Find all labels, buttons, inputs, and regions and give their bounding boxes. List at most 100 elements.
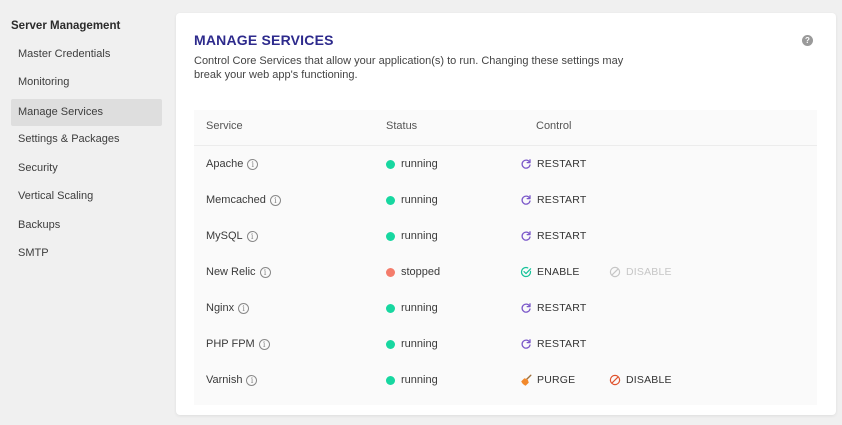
info-icon[interactable]: i [258, 338, 270, 350]
control-cell: DISABLE [609, 254, 672, 290]
help-icon[interactable]: ? [802, 35, 813, 46]
status-dot-stopped [386, 267, 395, 277]
restart-button[interactable]: RESTART [520, 194, 586, 206]
status-text: running [401, 230, 438, 242]
table-row: Memcached i running RESTART [194, 182, 817, 218]
table-header: Service Status Control [194, 110, 817, 146]
status-cell: running [386, 182, 438, 218]
info-icon[interactable]: i [269, 194, 281, 206]
table-row: Varnish i running PURGE DISABLE [194, 362, 817, 398]
restart-button[interactable]: RESTART [520, 158, 586, 170]
status-cell: running [386, 146, 438, 182]
restart-label: RESTART [537, 158, 587, 170]
control-cell: ENABLE [520, 254, 580, 290]
sidebar-item-settings-packages[interactable]: Settings & Packages [11, 126, 162, 153]
table-row: MySQL i running RESTART [194, 218, 817, 254]
manage-services-card: MANAGE SERVICES ? Control Core Services … [176, 13, 836, 415]
status-cell: stopped [386, 254, 440, 290]
check-circle-icon [520, 266, 532, 278]
service-name: New Relic [206, 266, 256, 278]
info-icon[interactable]: i [246, 230, 258, 242]
sidebar-item-master-credentials[interactable]: Master Credentials [11, 41, 162, 68]
service-name-cell: PHP FPM i [206, 326, 270, 362]
enable-button[interactable]: ENABLE [520, 266, 580, 278]
restart-icon [520, 230, 532, 242]
disable-label: DISABLE [626, 266, 672, 278]
service-name-cell: Varnish i [206, 362, 258, 398]
status-dot-running [386, 375, 395, 385]
service-name-cell: New Relic i [206, 254, 271, 290]
service-name: PHP FPM [206, 338, 255, 350]
restart-button[interactable]: RESTART [520, 230, 586, 242]
status-dot-running [386, 159, 395, 169]
info-icon[interactable]: i [247, 158, 259, 170]
restart-icon [520, 302, 532, 314]
control-cell: RESTART [520, 182, 586, 218]
service-name-cell: Memcached i [206, 182, 281, 218]
restart-icon [520, 194, 532, 206]
status-cell: running [386, 326, 438, 362]
status-dot-running [386, 303, 395, 313]
status-cell: running [386, 218, 438, 254]
ban-icon [609, 266, 621, 278]
disable-button[interactable]: DISABLE [609, 374, 672, 386]
status-cell: running [386, 290, 438, 326]
status-text: running [401, 158, 438, 170]
restart-icon [520, 338, 532, 350]
purge-label: PURGE [537, 374, 576, 386]
ban-icon [609, 374, 621, 386]
sidebar-item-monitoring[interactable]: Monitoring [11, 69, 162, 96]
table-row: Apache i running RESTART [194, 146, 817, 182]
status-text: running [401, 302, 438, 314]
control-cell: PURGE [520, 362, 575, 398]
service-name: Varnish [206, 374, 243, 386]
services-table: Service Status Control Apache i running … [194, 110, 817, 405]
sidebar-item-smtp[interactable]: SMTP [11, 240, 162, 267]
status-dot-running [386, 231, 395, 241]
restart-label: RESTART [537, 302, 587, 314]
status-text: stopped [401, 266, 441, 278]
service-name: Memcached [206, 194, 266, 206]
header-status: Status [386, 120, 418, 132]
status-cell: running [386, 362, 438, 398]
table-row: PHP FPM i running RESTART [194, 326, 817, 362]
sidebar-title: Server Management [11, 20, 121, 32]
status-dot-running [386, 339, 395, 349]
control-cell: DISABLE [609, 362, 672, 398]
restart-label: RESTART [537, 230, 587, 242]
restart-button[interactable]: RESTART [520, 338, 586, 350]
status-text: running [401, 374, 438, 386]
sidebar-item-backups[interactable]: Backups [11, 212, 162, 239]
header-service: Service [206, 120, 243, 132]
service-name-cell: MySQL i [206, 218, 258, 254]
service-name-cell: Apache i [206, 146, 259, 182]
control-cell: RESTART [520, 218, 586, 254]
table-row: New Relic i stopped ENABLE DISABLE [194, 254, 817, 290]
control-cell: RESTART [520, 326, 586, 362]
info-icon[interactable]: i [246, 374, 258, 386]
sidebar: Server Management Master Credentials Mon… [0, 0, 170, 425]
service-name: Nginx [206, 302, 235, 314]
sidebar-item-manage-services[interactable]: Manage Services [11, 99, 162, 126]
service-name-cell: Nginx i [206, 290, 250, 326]
broom-icon [520, 374, 532, 386]
purge-button[interactable]: PURGE [520, 374, 575, 386]
info-icon[interactable]: i [259, 266, 271, 278]
status-text: running [401, 338, 438, 350]
info-icon[interactable]: i [238, 302, 250, 314]
control-cell: RESTART [520, 290, 586, 326]
sidebar-item-security[interactable]: Security [11, 155, 162, 182]
page-description: Control Core Services that allow your ap… [194, 55, 624, 81]
sidebar-item-vertical-scaling[interactable]: Vertical Scaling [11, 183, 162, 210]
service-name: Apache [206, 158, 244, 170]
service-name: MySQL [206, 230, 243, 242]
restart-label: RESTART [537, 338, 587, 350]
control-cell: RESTART [520, 146, 586, 182]
page-title: MANAGE SERVICES [194, 32, 334, 48]
status-dot-running [386, 195, 395, 205]
disable-button[interactable]: DISABLE [609, 266, 672, 278]
restart-button[interactable]: RESTART [520, 302, 586, 314]
restart-icon [520, 158, 532, 170]
header-control: Control [536, 120, 572, 132]
table-row: Nginx i running RESTART [194, 290, 817, 326]
